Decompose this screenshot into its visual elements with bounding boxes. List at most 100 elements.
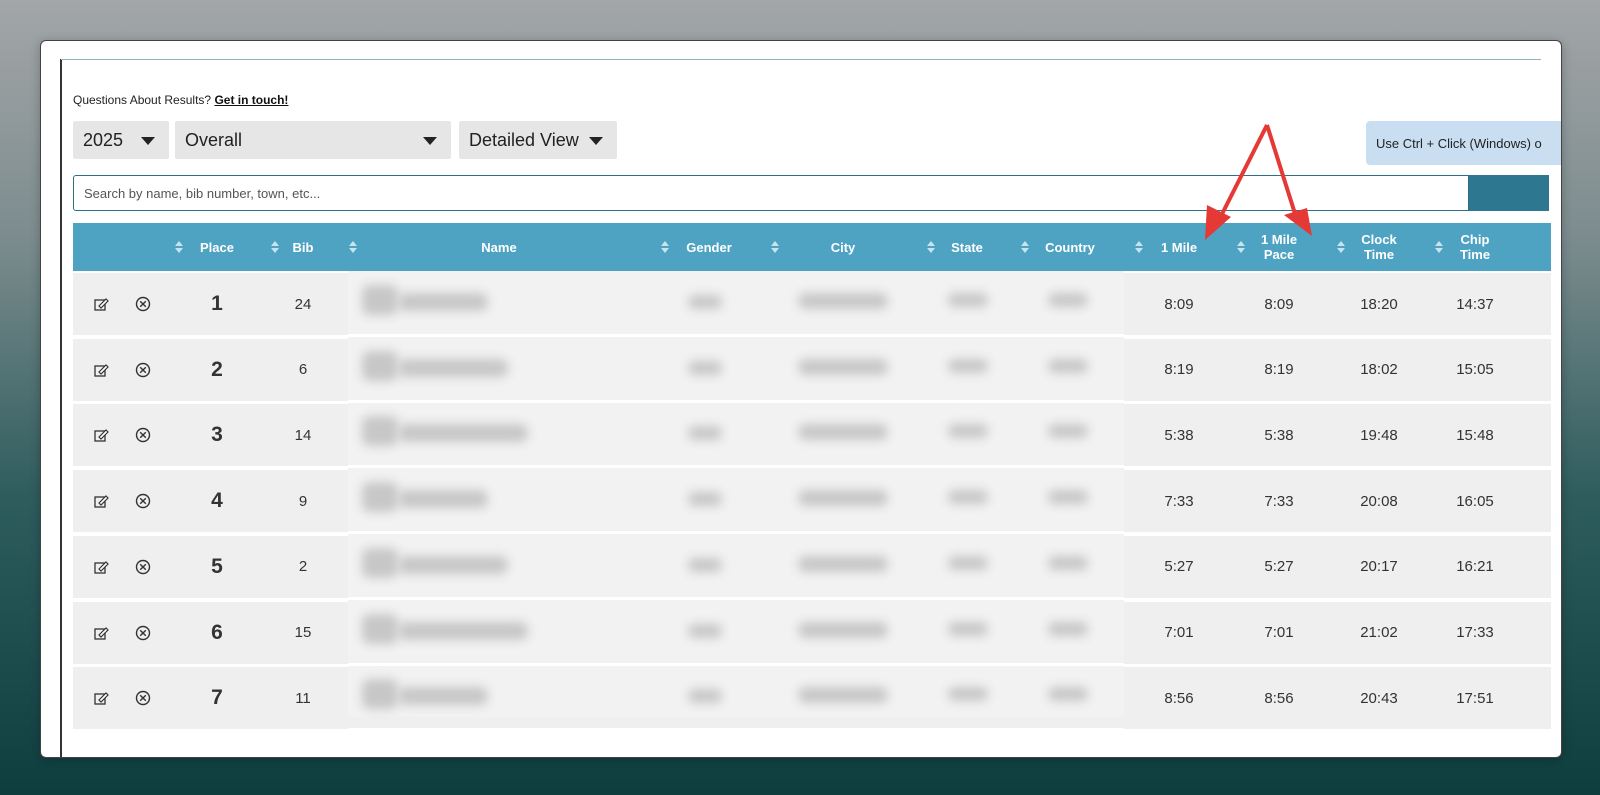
division-select[interactable]: Overall (175, 121, 451, 159)
caret-down-icon (589, 137, 603, 145)
column-header-place[interactable]: Place (185, 223, 249, 271)
results-questions: Questions About Results? Get in touch! (73, 93, 288, 107)
blurred-text (798, 490, 888, 507)
sort-1mile-icon[interactable] (1135, 241, 1143, 253)
blurred-text (1048, 555, 1088, 570)
blurred-text (688, 360, 722, 375)
clock-time-cell: 20:08 (1360, 492, 1398, 510)
blurred-text (1048, 293, 1088, 307)
1-mile-pace-cell: 8:09 (1264, 295, 1294, 313)
division-value: Overall (185, 129, 243, 150)
blurred-text (948, 621, 988, 636)
results-panel: Questions About Results? Get in touch! 2… (40, 40, 1562, 758)
column-header-country[interactable]: Country (1033, 223, 1107, 271)
1-mile-pace-cell: 5:27 (1264, 558, 1294, 576)
remove-circle-icon[interactable] (135, 362, 151, 378)
view-select[interactable]: Detailed View (459, 121, 617, 159)
search-button[interactable] (1469, 175, 1549, 211)
get-in-touch-link[interactable]: Get in touch! (214, 93, 288, 107)
blurred-text (688, 426, 722, 441)
row-divider (348, 662, 1124, 666)
left-border (60, 59, 62, 757)
edit-icon[interactable] (93, 493, 109, 509)
place-cell: 2 (211, 357, 223, 381)
row-divider (348, 531, 1124, 535)
clock-time-cell: 21:02 (1360, 624, 1398, 641)
edit-icon[interactable] (93, 427, 109, 443)
blurred-text (798, 621, 888, 638)
blurred-text (1048, 621, 1088, 636)
search-input[interactable] (73, 175, 1469, 211)
bib-cell: 2 (298, 558, 308, 576)
place-cell: 7 (211, 686, 223, 710)
edit-icon[interactable] (93, 625, 109, 641)
1-mile-cell: 8:56 (1164, 689, 1194, 707)
blurred-text (798, 555, 888, 572)
bib-cell: 6 (298, 361, 308, 379)
blurred-text (688, 557, 722, 572)
column-header-gender[interactable]: Gender (673, 223, 745, 271)
1-mile-cell: 7:01 (1164, 624, 1194, 641)
1-mile-cell: 8:09 (1164, 295, 1194, 313)
blurred-text (398, 687, 488, 706)
column-header-city[interactable]: City (781, 223, 905, 271)
year-select[interactable]: 2025 (73, 121, 169, 159)
remove-circle-icon[interactable] (135, 690, 151, 706)
remove-circle-icon[interactable] (135, 559, 151, 575)
column-header-name[interactable]: Name (361, 223, 637, 271)
edit-icon[interactable] (93, 362, 109, 378)
questions-text: Questions About Results? (73, 93, 212, 107)
top-border (61, 59, 1541, 60)
edit-icon[interactable] (93, 690, 109, 706)
sort-country-icon[interactable] (1021, 241, 1029, 253)
column-header-bib[interactable]: Bib (281, 223, 325, 271)
column-header-clock-time[interactable]: Clock Time (1349, 223, 1409, 271)
column-header-1-mile[interactable]: 1 Mile (1147, 223, 1211, 271)
caret-down-icon (141, 137, 155, 145)
blurred-text (362, 613, 398, 644)
blurred-text (1048, 424, 1088, 439)
multi-select-hint: Use Ctrl + Click (Windows) o (1366, 121, 1561, 165)
redacted-personal-info (348, 271, 1124, 732)
remove-circle-icon[interactable] (135, 493, 151, 509)
sort-gender-icon[interactable] (661, 241, 669, 253)
sort-1mile-pace-icon[interactable] (1237, 241, 1245, 253)
bib-cell: 24 (294, 295, 312, 313)
blurred-text (688, 623, 722, 638)
column-header-chip-time[interactable]: Chip Time (1445, 223, 1505, 271)
remove-circle-icon[interactable] (135, 427, 151, 443)
edit-icon[interactable] (93, 296, 109, 312)
bib-cell: 9 (298, 492, 308, 510)
blurred-text (798, 358, 888, 375)
1-mile-pace-cell: 7:01 (1264, 624, 1294, 641)
sort-place-icon[interactable] (175, 241, 183, 253)
1-mile-pace-cell: 8:56 (1264, 689, 1294, 707)
column-header-1-mile-pace[interactable]: 1 Mile Pace (1249, 223, 1309, 271)
sort-name-icon[interactable] (349, 241, 357, 253)
blurred-text (688, 492, 722, 507)
blurred-text (1048, 358, 1088, 373)
blurred-text (398, 358, 508, 377)
bib-cell: 14 (294, 426, 312, 444)
row-divider (348, 334, 1124, 337)
1-mile-pace-cell: 7:33 (1264, 492, 1294, 510)
sort-city-icon[interactable] (771, 241, 779, 253)
blurred-text (798, 687, 888, 704)
blurred-text (398, 293, 488, 311)
blurred-text (362, 547, 398, 578)
year-value: 2025 (83, 129, 124, 150)
row-divider (348, 728, 1124, 732)
sort-state-icon[interactable] (927, 241, 935, 253)
sort-chip-time-icon[interactable] (1435, 241, 1443, 253)
edit-icon[interactable] (93, 559, 109, 575)
remove-circle-icon[interactable] (135, 625, 151, 641)
blurred-text (362, 285, 398, 315)
caret-down-icon (423, 137, 437, 145)
blurred-text (362, 679, 398, 710)
column-header-state[interactable]: State (937, 223, 997, 271)
sort-bib-icon[interactable] (271, 241, 279, 253)
remove-circle-icon[interactable] (135, 296, 151, 312)
blurred-text (398, 555, 508, 574)
sort-clock-time-icon[interactable] (1337, 241, 1345, 253)
blurred-text (398, 424, 528, 443)
